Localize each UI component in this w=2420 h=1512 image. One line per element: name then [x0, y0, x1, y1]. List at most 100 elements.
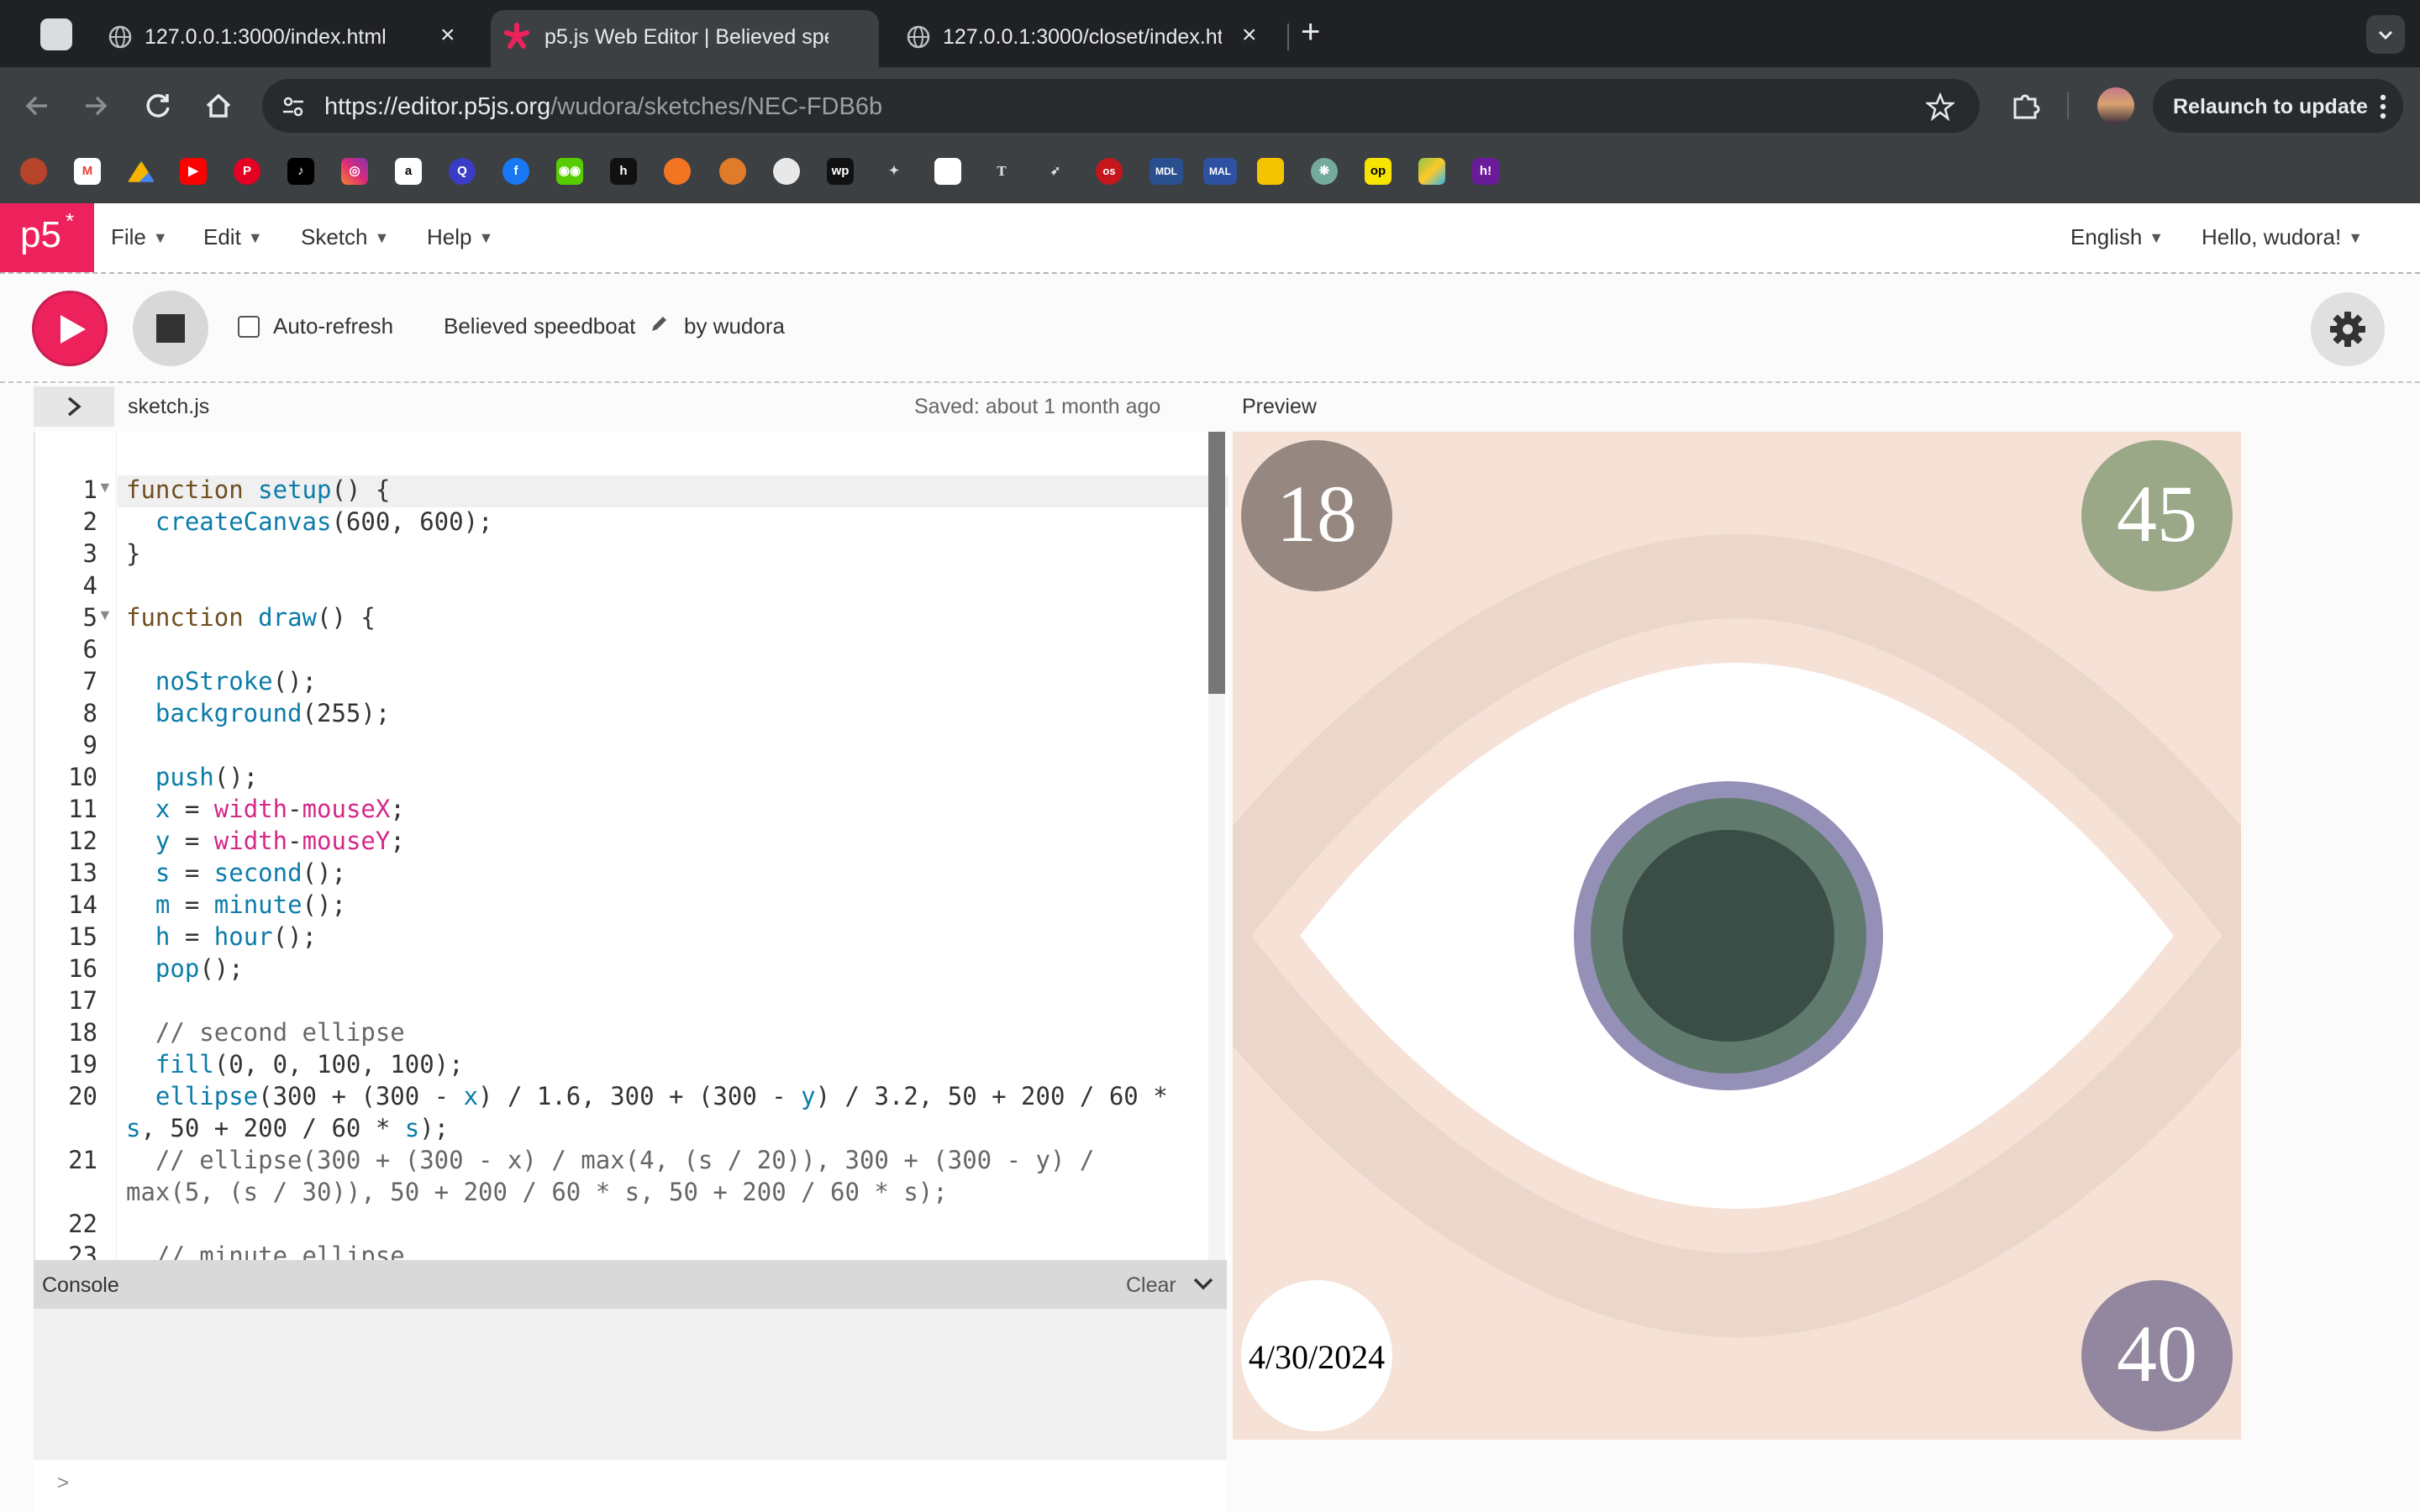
extensions-icon[interactable]: [2010, 89, 2042, 121]
bookmark-yellow-icon[interactable]: [1257, 158, 1284, 185]
bookmark-star-icon[interactable]: [1926, 92, 1954, 121]
menu-help[interactable]: Help ▼: [427, 224, 493, 250]
address-bar[interactable]: https://editor.p5js.org/wudora/sketches/…: [262, 79, 1980, 133]
browser-tab-closet[interactable]: 127.0.0.1:3000/closet/index.html ×: [892, 10, 1284, 67]
bookmark-figure-icon[interactable]: ✦: [881, 158, 908, 185]
bookmark-gmail-icon[interactable]: M: [74, 158, 101, 185]
auto-refresh-checkbox[interactable]: [238, 316, 260, 338]
caret-down-icon: ▼: [478, 229, 494, 246]
stop-icon: [156, 314, 185, 343]
console-header: Console Clear: [34, 1260, 1227, 1309]
menu-sketch[interactable]: Sketch ▼: [301, 224, 389, 250]
new-tab-button[interactable]: +: [1301, 13, 1320, 51]
forward-button[interactable]: [77, 87, 114, 124]
tab-divider: [1287, 24, 1289, 50]
globe-icon: [906, 24, 931, 50]
line-number: 12: [68, 827, 97, 855]
bookmark-os-icon[interactable]: os: [1096, 158, 1123, 185]
stop-button[interactable]: [133, 291, 208, 366]
console-clear-button[interactable]: Clear: [1126, 1273, 1176, 1298]
caret-down-icon: ▼: [2348, 229, 2364, 246]
bookmark-blocks-icon[interactable]: [934, 158, 961, 185]
sidebar-toggle-button[interactable]: [34, 386, 114, 427]
bookmark-youtube-icon[interactable]: ▶: [180, 158, 207, 185]
bookmark-facebook-icon[interactable]: f: [502, 158, 529, 185]
sketch-toolbar: Auto-refresh Believed speedboat by wudor…: [0, 274, 2420, 383]
bookmark-mal-icon[interactable]: MAL: [1203, 158, 1237, 185]
p5-asterisk-icon: [502, 22, 531, 50]
chevron-down-icon: [2375, 25, 2396, 45]
sketch-name[interactable]: Believed speedboat: [444, 313, 635, 339]
console-collapse-icon[interactable]: [1192, 1272, 1215, 1295]
sketch-author: by wudora: [684, 313, 785, 339]
bookmark-tiktok-icon[interactable]: ♪: [287, 158, 314, 185]
globe-icon: [108, 24, 133, 50]
profile-avatar[interactable]: [2097, 87, 2134, 124]
date-circle: 4/30/2024: [1241, 1280, 1392, 1431]
bookmark-washington-post-icon[interactable]: wp: [827, 158, 854, 185]
url-text: https://editor.p5js.org/wudora/sketches/…: [324, 93, 882, 121]
language-selector[interactable]: English ▼: [2070, 224, 2164, 250]
bookmark-chatgpt-icon[interactable]: ❋: [1311, 158, 1338, 185]
code-line: s = second();: [155, 858, 346, 887]
play-button[interactable]: [32, 291, 108, 366]
minute-circle: 45: [2081, 440, 2233, 591]
close-tab-icon[interactable]: ×: [440, 22, 455, 49]
bookmark-quora-icon[interactable]: Q: [449, 158, 476, 185]
url-host: https://editor.p5js.org: [324, 93, 551, 120]
editor-scrollbar-thumb[interactable]: [1208, 432, 1225, 694]
bookmark-mdl-icon[interactable]: MDL: [1150, 158, 1183, 185]
pencil-icon[interactable]: [649, 314, 669, 334]
close-tab-icon[interactable]: ×: [1242, 22, 1257, 49]
menu-edit[interactable]: Edit ▼: [203, 224, 263, 250]
line-number: 21: [68, 1146, 97, 1174]
console-input[interactable]: >: [34, 1460, 1227, 1512]
line-number: 15: [68, 922, 97, 951]
browser-tab-p5-editor[interactable]: p5.js Web Editor | Believed speedboat: [491, 10, 879, 67]
bookmark-bird-icon[interactable]: ➶: [1042, 158, 1069, 185]
line-number: 9: [82, 731, 97, 759]
relaunch-to-update-button[interactable]: Relaunch to update: [2153, 79, 2403, 133]
menu-sketch-label: Sketch: [301, 224, 368, 249]
user-menu[interactable]: Hello, wudora! ▼: [2202, 224, 2363, 250]
bookmark-instagram-icon[interactable]: ◎: [341, 158, 368, 185]
bookmark-pinterest-icon[interactable]: P: [234, 158, 260, 185]
chevron-right-icon: [62, 395, 86, 418]
back-button[interactable]: [18, 87, 55, 124]
fold-arrow-icon[interactable]: ▼: [97, 479, 113, 496]
code-line: m = minute();: [155, 890, 346, 919]
bookmark-owl-icon[interactable]: ◉◉: [556, 158, 583, 185]
bookmark-op-icon[interactable]: op: [1365, 158, 1392, 185]
bookmark-amazon-icon[interactable]: a: [395, 158, 422, 185]
browser-tab-index[interactable]: 127.0.0.1:3000/index.html ×: [94, 10, 486, 67]
p5-menubar: p5 * File ▼ Edit ▼ Sketch ▼ Help ▼ English ▼ …: [0, 203, 2420, 274]
line-number: 1: [82, 475, 97, 504]
tab-list-button[interactable]: [2366, 15, 2405, 54]
p5-logo[interactable]: p5 *: [0, 203, 94, 272]
code-editor[interactable]: 1 2 3 4 5 6 7 8 9 10 11 12 13 14 15 16 1…: [34, 432, 1228, 1260]
code-line: s, 50 + 200 / 60 * s);: [126, 1114, 450, 1142]
menu-file[interactable]: File ▼: [111, 224, 168, 250]
bookmark-crunchyroll-icon[interactable]: [664, 158, 691, 185]
more-menu-icon[interactable]: [2378, 92, 2388, 121]
bookmark-reddit-icon[interactable]: [773, 158, 800, 185]
eye-illustration: [1233, 533, 2241, 1338]
bookmark-h-icon[interactable]: h: [610, 158, 637, 185]
bookmark-h-bang-icon[interactable]: h!: [1472, 158, 1499, 185]
preview-canvas[interactable]: 18 45 4/30/2024 40: [1233, 432, 2241, 1440]
site-settings-icon[interactable]: [281, 94, 306, 119]
home-button[interactable]: [200, 87, 237, 124]
settings-button[interactable]: [2311, 292, 2385, 366]
bookmark-fox-icon[interactable]: [719, 158, 746, 185]
bookmark-nytimes-icon[interactable]: T: [988, 158, 1015, 185]
browser-toolbar: https://editor.p5js.org/wudora/sketches/…: [0, 67, 2420, 144]
file-tab-name[interactable]: sketch.js: [128, 395, 209, 419]
bookmark-spiral-icon[interactable]: [20, 158, 47, 185]
tab-search-icon[interactable]: [40, 18, 72, 50]
code-line: function setup() {: [126, 475, 391, 504]
reload-button[interactable]: [139, 87, 176, 124]
bookmark-map-icon[interactable]: [1418, 158, 1445, 185]
bookmark-drive-icon[interactable]: [128, 160, 155, 182]
console-output: [34, 1309, 1227, 1460]
fold-arrow-icon[interactable]: ▼: [97, 606, 113, 624]
